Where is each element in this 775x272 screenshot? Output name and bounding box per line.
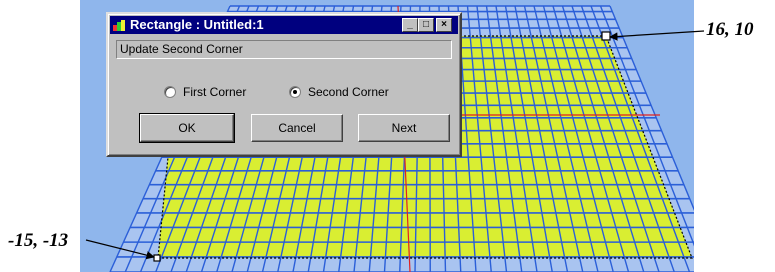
cancel-button[interactable]: Cancel [251, 114, 343, 142]
radio-indicator-first[interactable] [164, 86, 176, 98]
dialog-title: Rectangle : Untitled:1 [130, 17, 264, 32]
radio-label-second[interactable]: Second Corner [308, 85, 389, 99]
maximize-button[interactable]: □ [418, 18, 434, 32]
radio-first-corner[interactable]: First Corner [164, 84, 246, 100]
coordinate-label-top-right: 16, 10 [706, 19, 754, 40]
app-icon [113, 20, 125, 31]
arrow-top-right [609, 30, 705, 41]
radio-label-first[interactable]: First Corner [183, 85, 246, 99]
close-button[interactable]: × [436, 18, 452, 32]
minimize-button[interactable]: _ [402, 18, 418, 32]
rectangle-dialog: Rectangle : Untitled:1 _ □ × Update Seco… [106, 12, 462, 157]
arrow-bottom-left [85, 239, 155, 260]
dialog-titlebar[interactable]: Rectangle : Untitled:1 _ □ × [110, 16, 458, 34]
next-button[interactable]: Next [358, 114, 450, 142]
status-field: Update Second Corner [116, 40, 452, 59]
radio-indicator-second[interactable] [289, 86, 301, 98]
coordinate-label-bottom-left: -15, -13 [8, 230, 69, 251]
radio-second-corner[interactable]: Second Corner [289, 84, 389, 100]
ok-button[interactable]: OK [139, 113, 235, 143]
